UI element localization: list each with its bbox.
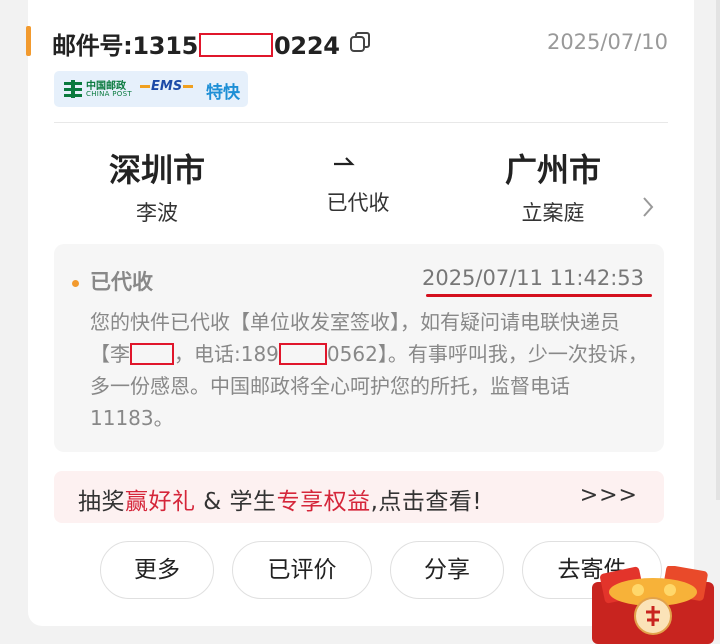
promo-arrows: >>>: [579, 483, 638, 508]
ems-stripe-icon: [183, 85, 194, 88]
china-post-logo-icon: [64, 80, 82, 98]
copy-icon[interactable]: [348, 30, 372, 54]
destination-city: 广州市: [504, 151, 601, 189]
ems-stripe-icon: [140, 85, 150, 88]
more-button[interactable]: 更多: [100, 541, 214, 599]
tracking-label: 邮件号:: [52, 32, 133, 60]
order-card: 邮件号:1315 0224 2025/07/10 中国邮政 CHINA POST …: [26, 0, 694, 626]
promo-part-1: 抽奖: [78, 489, 125, 515]
status-dot-icon: [72, 280, 79, 287]
promo-part-2: 赢好礼: [125, 489, 196, 515]
route-status: 已代收: [326, 191, 390, 215]
event-detail-part-2: ，电话:189: [174, 342, 279, 366]
chevron-right-icon[interactable]: [640, 195, 656, 219]
promo-part-4: 专享权益: [276, 489, 371, 515]
lottery-red-packet-icon[interactable]: [586, 566, 720, 644]
carrier-badge: 中国邮政 CHINA POST EMS 特快: [54, 71, 248, 107]
origin-city: 深圳市: [108, 151, 205, 189]
promo-banner[interactable]: 抽奖赢好礼 & 学生专享权益,点击查看! >>>: [54, 471, 664, 523]
redaction-box: [278, 343, 327, 365]
redaction-box: [130, 343, 174, 365]
redaction-box: [199, 33, 274, 57]
ems-logo: EMS: [139, 79, 194, 94]
route-arrow-icon: [334, 157, 355, 166]
tracking-suffix: 0224: [274, 32, 340, 60]
promo-part-3: & 学生: [195, 489, 277, 515]
ems-text: EMS: [151, 79, 183, 94]
express-tag: 特快: [206, 83, 240, 103]
china-post-en: CHINA POST: [86, 90, 132, 98]
reviewed-button[interactable]: 已评价: [232, 541, 372, 599]
tracking-prefix: 1315: [132, 32, 199, 60]
tracking-event[interactable]: 已代收 2025/07/11 11:42:53 您的快件已代收【单位收发室签收】…: [54, 244, 664, 452]
sender-name: 李波: [136, 201, 178, 225]
ship-date: 2025/07/10: [546, 30, 668, 54]
scrollbar[interactable]: [716, 0, 720, 500]
share-button[interactable]: 分享: [390, 541, 504, 599]
event-detail: 您的快件已代收【单位收发室签收】，如有疑问请电联快递员【李 ，电话:189 0562…: [90, 306, 650, 434]
promo-text: 抽奖赢好礼 & 学生专享权益,点击查看!: [78, 482, 482, 516]
annotation-underline: [426, 294, 652, 297]
event-time: 2025/07/11 11:42:53: [421, 266, 644, 290]
divider: [54, 122, 668, 123]
accent-bar: [26, 26, 31, 56]
receiver-name: 立案庭: [521, 201, 585, 225]
promo-part-5: ,点击查看!: [370, 489, 483, 515]
tracking-number: 邮件号:1315 0224: [52, 26, 340, 61]
event-status: 已代收: [90, 270, 153, 294]
